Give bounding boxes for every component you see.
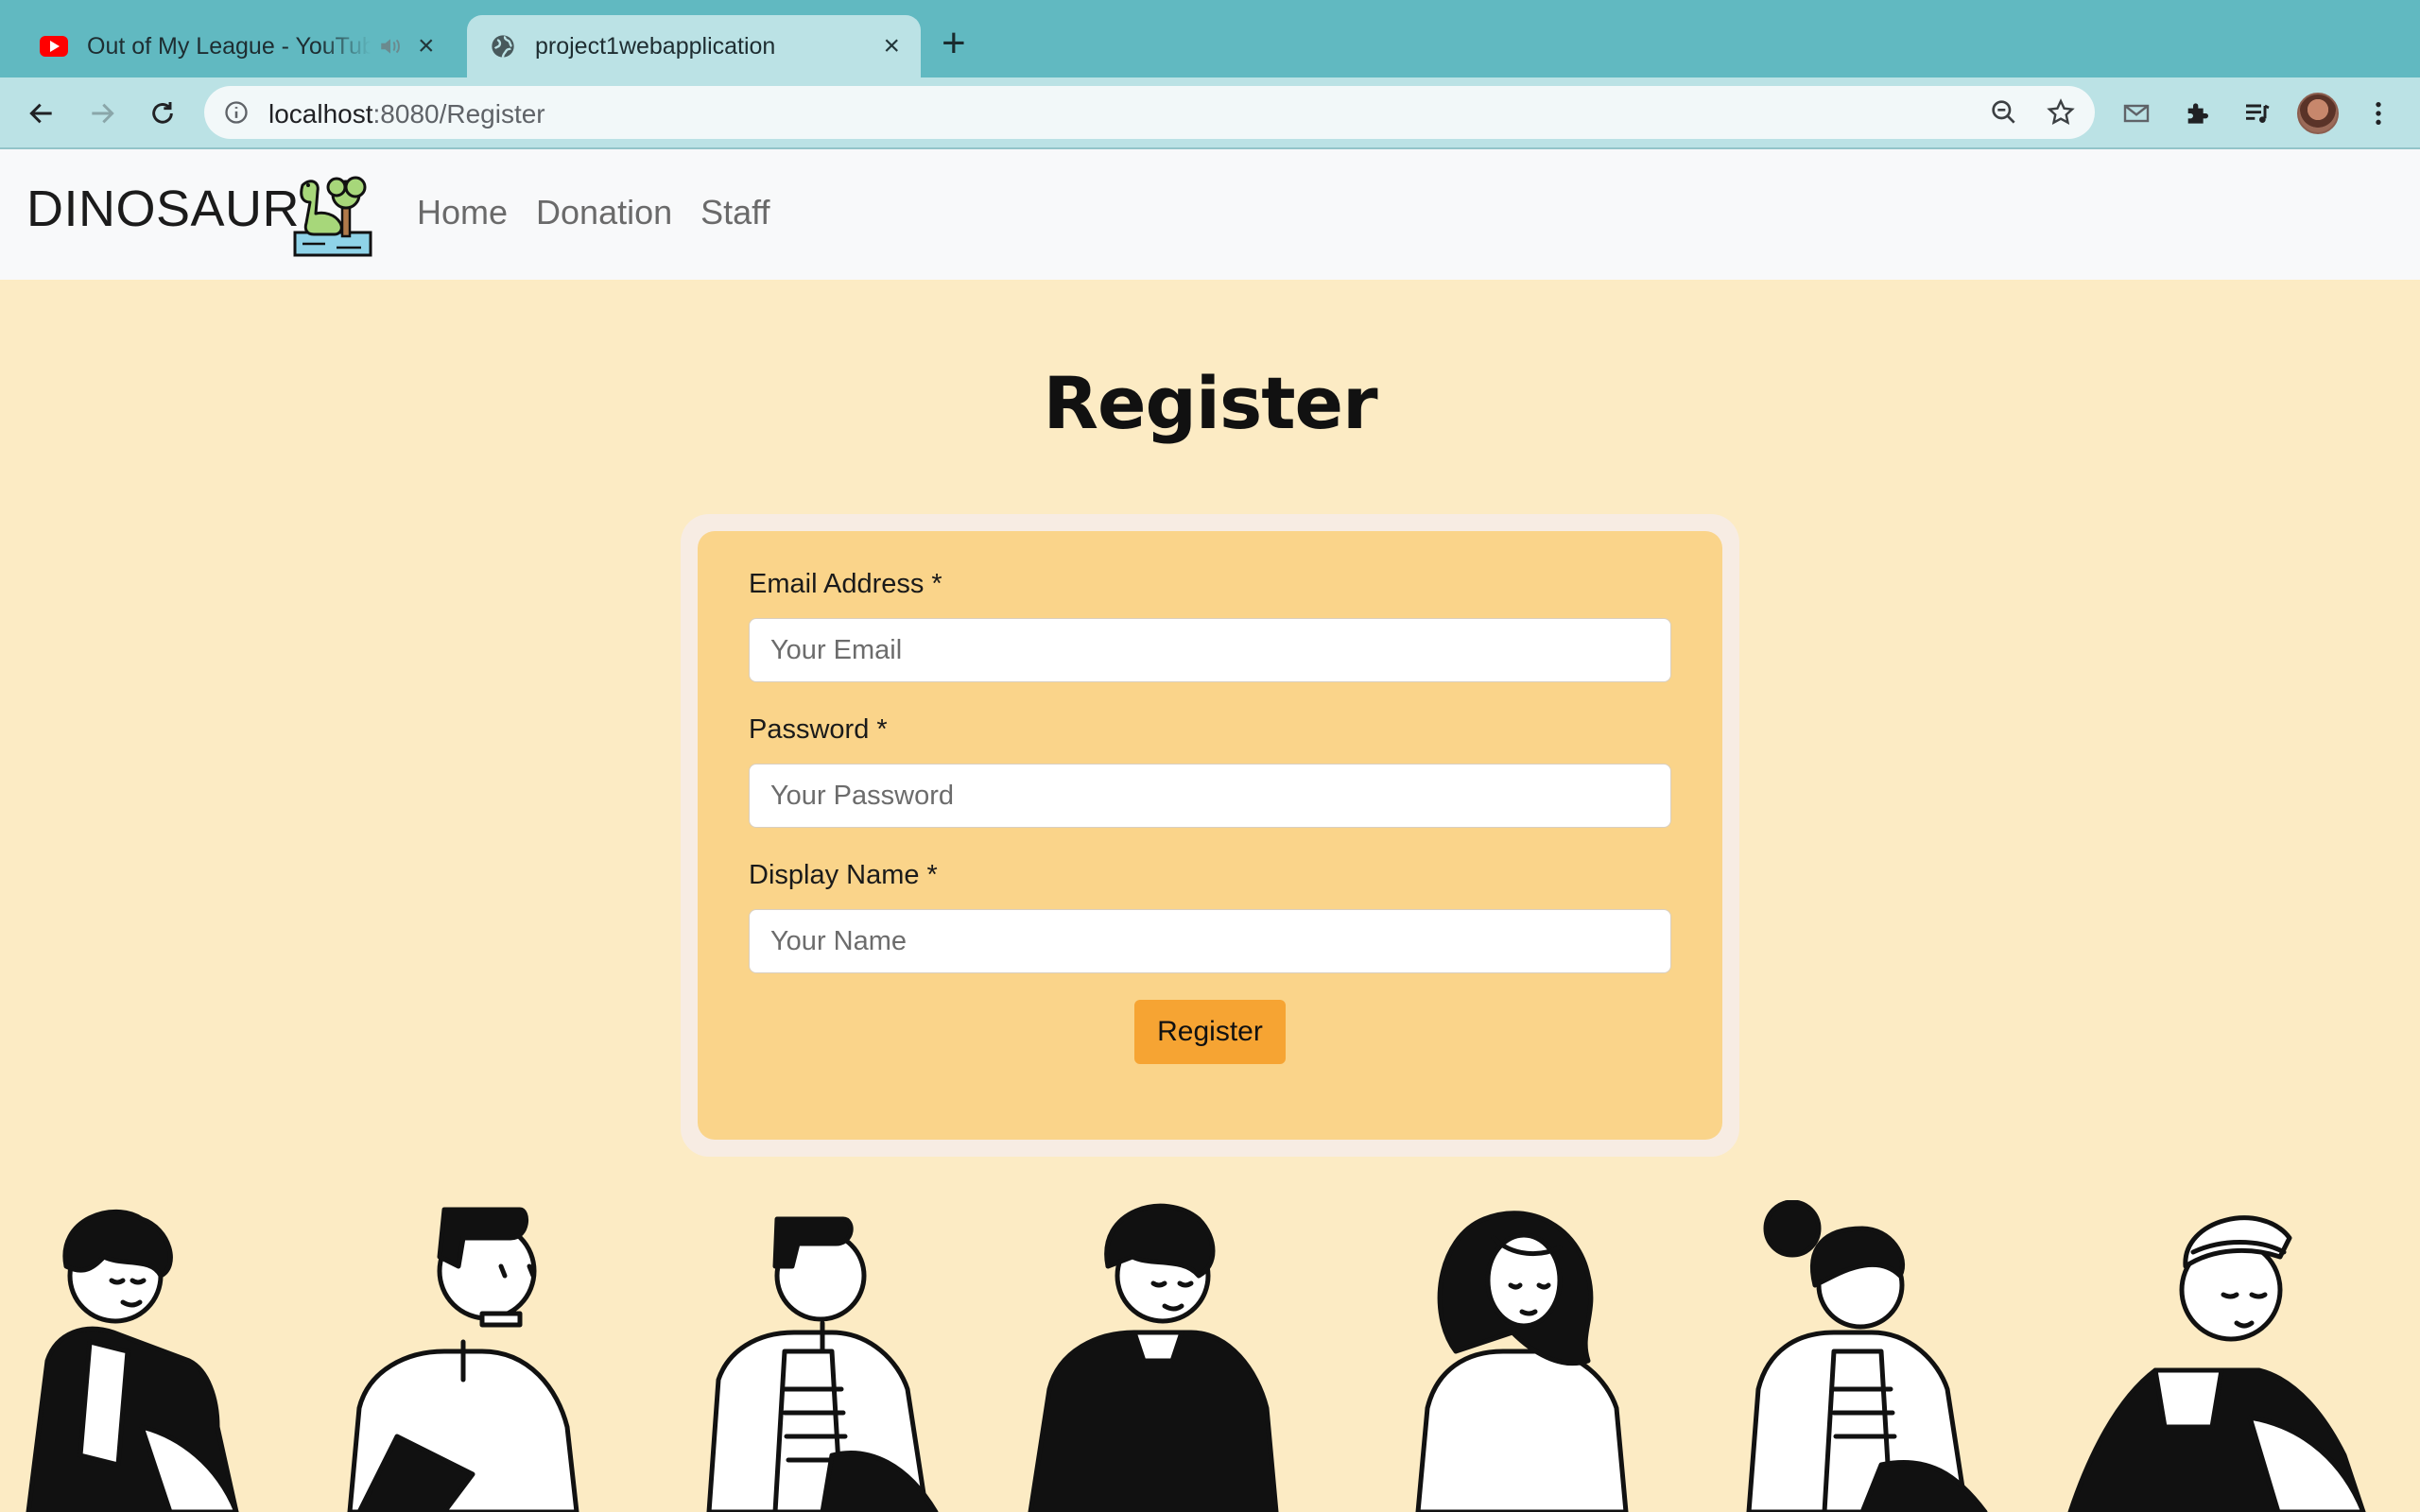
address-bar[interactable]: localhost:8080/Register bbox=[204, 86, 2095, 139]
reload-icon bbox=[152, 102, 173, 124]
person-illustration-6 bbox=[1746, 1200, 1988, 1512]
person-illustration-3 bbox=[706, 1216, 939, 1512]
reload-button[interactable] bbox=[144, 94, 182, 132]
register-form: Email Address * Password * Display Name … bbox=[698, 531, 1722, 1140]
speaker-icon[interactable] bbox=[378, 34, 403, 59]
dinosaur-logo-icon[interactable] bbox=[289, 170, 376, 261]
back-button[interactable] bbox=[23, 94, 60, 132]
tab-title: project1webapplication bbox=[535, 32, 776, 60]
display-name-label: Display Name * bbox=[749, 860, 938, 890]
url-path: :8080/Register bbox=[372, 99, 545, 129]
new-tab-button[interactable]: + bbox=[942, 23, 966, 64]
site-navbar: DINOSAUR Home Donation Staff bbox=[0, 149, 2420, 280]
brand-name[interactable]: DINOSAUR bbox=[26, 180, 300, 238]
mail-extension-button[interactable] bbox=[2118, 94, 2155, 132]
register-button[interactable]: Register bbox=[1134, 1000, 1286, 1064]
nav-donation-link[interactable]: Donation bbox=[536, 193, 672, 232]
zoom-out-icon[interactable] bbox=[1989, 97, 2019, 128]
password-field[interactable] bbox=[749, 764, 1671, 828]
person-illustration-2 bbox=[347, 1207, 579, 1512]
profile-avatar[interactable] bbox=[2297, 93, 2339, 134]
person-illustration-4 bbox=[1028, 1203, 1279, 1512]
forward-arrow-icon bbox=[92, 103, 114, 124]
media-control-button[interactable] bbox=[2238, 94, 2276, 132]
person-illustration-5 bbox=[1415, 1211, 1629, 1512]
email-label: Email Address * bbox=[749, 569, 942, 599]
mail-icon bbox=[2123, 104, 2150, 123]
browser-tab-strip: Out of My League - YouTube × project1web… bbox=[0, 0, 2420, 77]
people-illustration bbox=[26, 1200, 2366, 1512]
url-text[interactable]: localhost:8080/Register bbox=[268, 99, 545, 129]
person-illustration-7 bbox=[2067, 1215, 2366, 1512]
nav-home-link[interactable]: Home bbox=[417, 193, 508, 232]
playlist-icon bbox=[2246, 104, 2270, 123]
extensions-button[interactable] bbox=[2178, 94, 2216, 132]
site-nav-links: Home Donation Staff bbox=[417, 193, 770, 232]
url-host: localhost bbox=[268, 99, 373, 129]
email-field[interactable] bbox=[749, 618, 1671, 682]
site-info-icon[interactable] bbox=[223, 99, 250, 126]
globe-icon bbox=[492, 35, 514, 58]
browser-toolbar: localhost:8080/Register bbox=[0, 77, 2420, 149]
password-label: Password * bbox=[749, 714, 888, 745]
browser-menu-button[interactable] bbox=[2360, 94, 2397, 132]
youtube-icon bbox=[40, 36, 68, 57]
puzzle-icon bbox=[2187, 103, 2208, 124]
back-arrow-icon bbox=[29, 103, 52, 124]
more-vertical-icon bbox=[2376, 102, 2381, 125]
close-tab-icon[interactable]: × bbox=[883, 32, 900, 60]
tab-project1webapplication[interactable]: project1webapplication × bbox=[467, 15, 921, 77]
person-illustration-1 bbox=[26, 1209, 239, 1512]
nav-staff-link[interactable]: Staff bbox=[700, 193, 769, 232]
bookmark-star-icon[interactable] bbox=[2046, 97, 2076, 128]
display-name-field[interactable] bbox=[749, 909, 1671, 973]
close-tab-icon[interactable]: × bbox=[418, 32, 435, 60]
page-title: Register bbox=[1043, 361, 1377, 445]
tab-title: Out of My League - YouTube bbox=[87, 32, 371, 60]
tab-youtube[interactable]: Out of My League - YouTube × bbox=[19, 15, 463, 77]
forward-button[interactable] bbox=[83, 94, 121, 132]
